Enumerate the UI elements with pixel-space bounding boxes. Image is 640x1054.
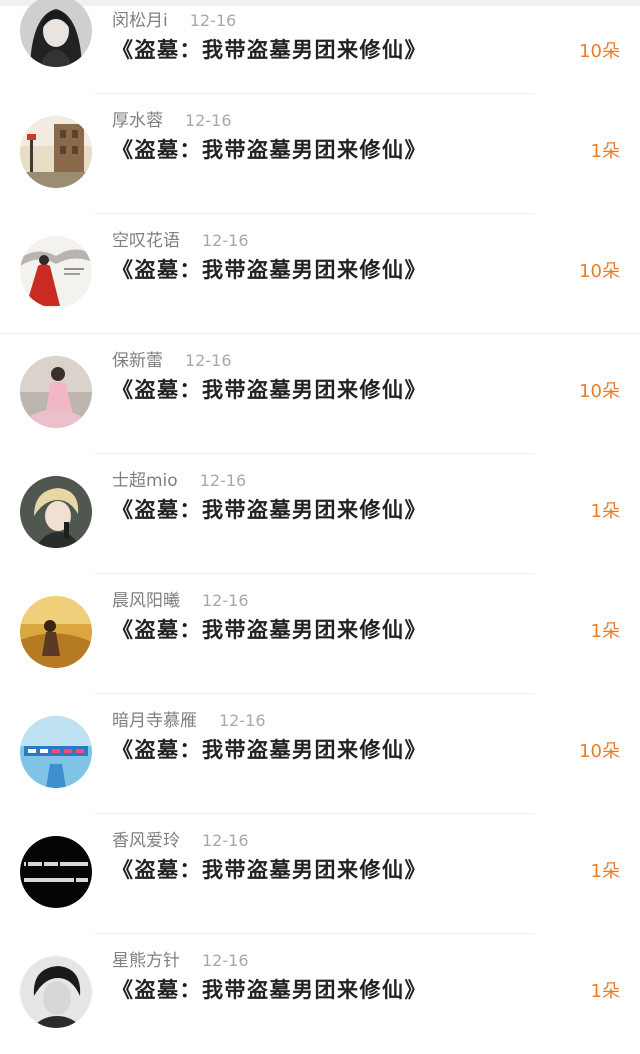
flower-count: 10朵	[579, 381, 620, 402]
gift-date: 12-16	[202, 951, 249, 970]
gift-date: 12-16	[189, 11, 237, 30]
list-item[interactable]: 厚水蓉 12-16 《盗墓：我带盗墓男团来修仙》 1朵	[0, 94, 640, 214]
book-title: 《盗墓：我带盗墓男团来修仙》	[112, 497, 427, 522]
avatar-blue-text-image-icon[interactable]	[20, 716, 92, 788]
flower-count: 1朵	[590, 981, 620, 1002]
sender-name[interactable]: 晨风阳曦	[112, 591, 180, 611]
book-title: 《盗墓：我带盗墓男团来修仙》	[112, 737, 427, 762]
sender-meta: 暗月寺慕雁 12-16	[112, 706, 266, 731]
avatar-bw-boy-portrait-icon[interactable]	[20, 956, 92, 1028]
avatar-golden-field-icon[interactable]	[20, 596, 92, 668]
sender-meta: 香风爱玲 12-16	[112, 826, 249, 851]
sender-name[interactable]: 空叹花语	[112, 231, 180, 251]
gift-date: 12-16	[202, 591, 249, 610]
avatar-black-text-image-icon[interactable]	[20, 836, 92, 908]
sender-meta: 保新蕾 12-16	[112, 346, 232, 371]
sender-meta: 星熊方针 12-16	[112, 946, 249, 971]
sender-meta: 空叹花语 12-16	[112, 226, 249, 251]
gift-date: 12-16	[202, 831, 249, 850]
avatar-blond-singer-icon[interactable]	[20, 476, 92, 548]
flower-count: 1朵	[590, 861, 620, 882]
gift-date: 12-16	[202, 231, 249, 250]
sender-name[interactable]: 士超mio	[112, 471, 178, 491]
avatar-street-scene-icon[interactable]	[20, 116, 92, 188]
list-item[interactable]: 暗月寺慕雁 12-16 《盗墓：我带盗墓男团来修仙》 10朵	[0, 694, 640, 814]
sender-name[interactable]: 暗月寺慕雁	[112, 711, 197, 731]
flower-count: 1朵	[590, 501, 620, 522]
sender-name[interactable]: 闵松月i	[112, 11, 168, 31]
book-title: 《盗墓：我带盗墓男团来修仙》	[112, 617, 427, 642]
flower-count: 1朵	[590, 621, 620, 642]
avatar-girl-portrait-icon[interactable]	[20, 0, 92, 67]
book-title: 《盗墓：我带盗墓男团来修仙》	[112, 137, 427, 162]
sender-meta: 闵松月i 12-16	[112, 6, 236, 31]
list-item[interactable]: 闵松月i 12-16 《盗墓：我带盗墓男团来修仙》 10朵	[0, 0, 640, 94]
list-item[interactable]: 保新蕾 12-16 《盗墓：我带盗墓男团来修仙》 10朵	[0, 334, 640, 454]
list-item[interactable]: 空叹花语 12-16 《盗墓：我带盗墓男团来修仙》 10朵	[0, 214, 640, 334]
gift-date: 12-16	[219, 711, 266, 730]
sender-name[interactable]: 厚水蓉	[112, 111, 163, 131]
book-title: 《盗墓：我带盗墓男团来修仙》	[112, 977, 427, 1002]
list-item[interactable]: 星熊方针 12-16 《盗墓：我带盗墓男团来修仙》 1朵	[0, 934, 640, 1054]
sender-name[interactable]: 保新蕾	[112, 351, 163, 371]
avatar-pink-dress-girl-icon[interactable]	[20, 356, 92, 428]
flower-count: 10朵	[579, 41, 620, 62]
book-title: 《盗墓：我带盗墓男团来修仙》	[112, 37, 427, 62]
list-item[interactable]: 士超mio 12-16 《盗墓：我带盗墓男团来修仙》 1朵	[0, 454, 640, 574]
flower-count: 10朵	[579, 741, 620, 762]
flower-count: 1朵	[590, 141, 620, 162]
gift-date: 12-16	[199, 471, 247, 490]
sender-meta: 厚水蓉 12-16	[112, 106, 232, 131]
gift-date: 12-16	[185, 351, 232, 370]
sender-name[interactable]: 香风爱玲	[112, 831, 180, 851]
list-item[interactable]: 晨风阳曦 12-16 《盗墓：我带盗墓男团来修仙》 1朵	[0, 574, 640, 694]
list-item[interactable]: 香风爱玲 12-16 《盗墓：我带盗墓男团来修仙》 1朵	[0, 814, 640, 934]
book-title: 《盗墓：我带盗墓男团来修仙》	[112, 857, 427, 882]
sender-meta: 士超mio 12-16	[112, 466, 246, 491]
avatar-red-dress-painting-icon[interactable]	[20, 236, 92, 308]
flower-count: 10朵	[579, 261, 620, 282]
gift-date: 12-16	[185, 111, 232, 130]
sender-name[interactable]: 星熊方针	[112, 951, 180, 971]
gift-record-list: 闵松月i 12-16 《盗墓：我带盗墓男团来修仙》 10朵 厚水蓉 12-16	[0, 0, 640, 1054]
book-title: 《盗墓：我带盗墓男团来修仙》	[112, 257, 427, 282]
book-title: 《盗墓：我带盗墓男团来修仙》	[112, 377, 427, 402]
sender-meta: 晨风阳曦 12-16	[112, 586, 249, 611]
